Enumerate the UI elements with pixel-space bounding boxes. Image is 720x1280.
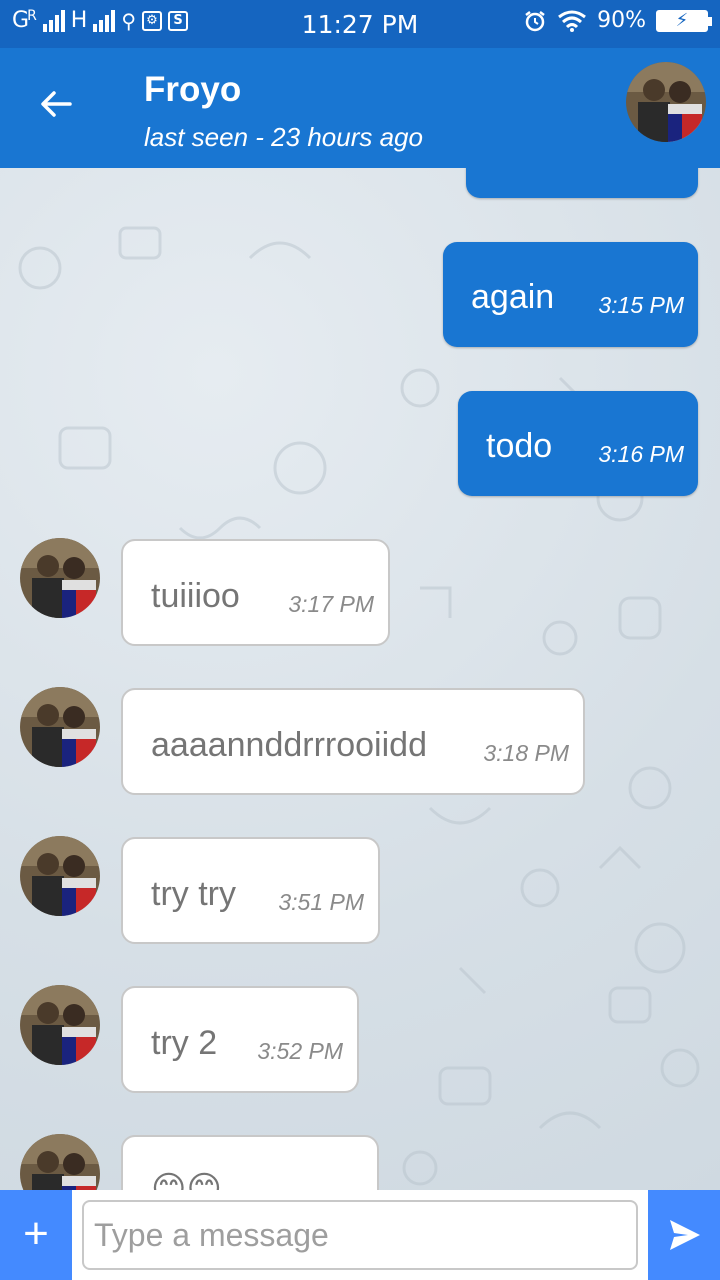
message-text: again: [471, 278, 555, 316]
partial-outgoing-bubble[interactable]: [466, 168, 698, 198]
message-time: 3:52 PM: [257, 1038, 343, 1064]
message-time: 3:18 PM: [483, 740, 569, 766]
attach-plus-button[interactable]: +: [0, 1190, 72, 1280]
message-input[interactable]: [82, 1200, 638, 1270]
message-text: aaaannddrrrooiidd: [151, 726, 427, 764]
send-icon: [670, 1220, 700, 1250]
battery-percent: 90%: [597, 8, 646, 33]
wifi-icon: [558, 10, 587, 32]
back-arrow-icon[interactable]: [36, 84, 76, 124]
incoming-message[interactable]: tuiiioo 3:17 PM: [121, 539, 390, 646]
outgoing-message[interactable]: again 3:15 PM: [443, 242, 698, 347]
incoming-message[interactable]: 😊😊: [121, 1135, 379, 1190]
sender-avatar[interactable]: [20, 985, 100, 1065]
sender-avatar[interactable]: [20, 538, 100, 618]
message-time: 3:15 PM: [598, 292, 684, 318]
outgoing-message[interactable]: todo 3:16 PM: [458, 391, 698, 496]
message-time: 3:17 PM: [288, 591, 374, 617]
message-text: try try: [151, 875, 236, 913]
last-seen-status: last seen - 23 hours ago: [144, 122, 423, 152]
composer-bar: +: [0, 1190, 720, 1280]
incoming-message[interactable]: try 2 3:52 PM: [121, 986, 359, 1093]
incoming-message[interactable]: aaaannddrrrooiidd 3:18 PM: [121, 688, 585, 795]
status-right-icons: 90% ⚡: [523, 8, 712, 33]
send-button[interactable]: [648, 1190, 720, 1280]
message-text: tuiiioo: [151, 577, 240, 615]
alarm-icon: [525, 10, 545, 31]
chat-header: Froyo last seen - 23 hours ago: [0, 48, 720, 168]
sender-avatar[interactable]: [20, 836, 100, 916]
message-time: 3:51 PM: [278, 889, 364, 915]
battery-icon: ⚡: [656, 9, 712, 32]
message-text: try 2: [151, 1024, 218, 1062]
message-list[interactable]: again 3:15 PM todo 3:16 PM tuiiioo 3:17 …: [0, 168, 720, 1190]
message-text: todo: [486, 427, 553, 465]
message-time: 3:16 PM: [598, 441, 684, 467]
sender-avatar[interactable]: [20, 687, 100, 767]
contact-avatar[interactable]: [626, 62, 706, 142]
contact-name[interactable]: Froyo: [144, 70, 241, 110]
message-text: 😊😊: [151, 1170, 222, 1190]
incoming-message[interactable]: try try 3:51 PM: [121, 837, 380, 944]
status-bar: G R H ⚲ ⚙ S 11:27 PM 90% ⚡: [0, 0, 720, 48]
